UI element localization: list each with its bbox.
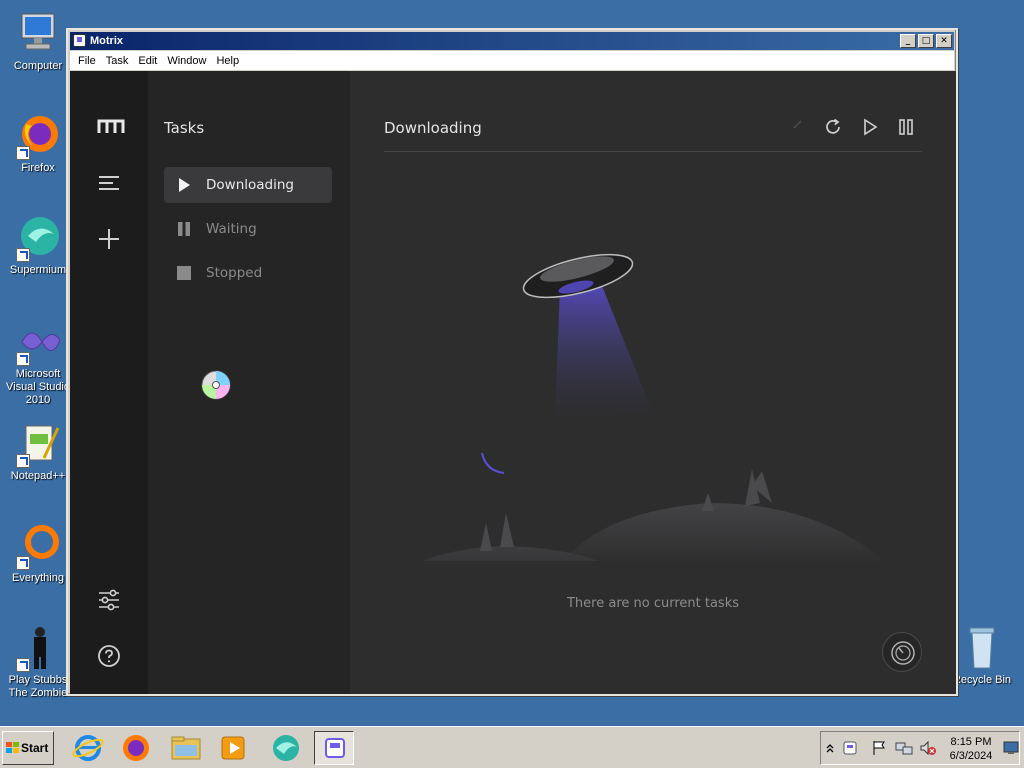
visual-studio-icon [14,318,62,366]
desktop-icon-label: Recycle Bin [952,674,1012,686]
volume-muted-icon[interactable] [919,740,937,756]
windows-flag-icon [6,742,19,753]
add-task-icon[interactable] [97,227,121,251]
recycle-bin-icon [958,624,1006,672]
motrix-app-icon [73,34,86,47]
nav-item-label: Stopped [206,265,263,281]
menu-edit[interactable]: Edit [134,55,163,67]
shortcut-arrow-icon [16,454,30,468]
desktop-icon-everything[interactable]: Everything [0,522,76,585]
media-player-icon [221,736,245,760]
window-title: Motrix [90,35,123,47]
empty-state-text: There are no current tasks [566,596,739,611]
nav-item-label: Downloading [206,177,294,193]
action-center-flag-icon[interactable] [871,740,887,756]
nav-item-stopped[interactable]: Stopped [164,255,332,291]
motrix-window: Motrix _ □ ✕ File Task Edit Window Help [66,28,958,696]
taskbar-media-player[interactable] [214,731,254,765]
desktop-icon-visual-studio[interactable]: Microsoft Visual Studio 2010 [0,318,76,407]
desktop-icon-label: Computer [13,60,63,72]
desktop-icon-label: Notepad++ [10,470,66,482]
notepadpp-icon [14,420,62,468]
desktop-icon-stubbs[interactable]: Play Stubbs The Zombie [0,624,76,700]
taskbar-firefox[interactable] [116,731,156,765]
close-button[interactable]: ✕ [936,34,952,48]
desktop-icon-label: Supermium [9,264,67,276]
maximize-button[interactable]: □ [918,34,934,48]
taskbar-supermium[interactable] [266,731,306,765]
show-hidden-icons-icon[interactable] [825,741,835,755]
taskbar-motrix[interactable] [314,731,354,765]
refresh-icon[interactable] [823,117,843,137]
resume-all-icon[interactable] [860,117,880,137]
firefox-icon [14,112,62,160]
shortcut-arrow-icon [16,352,30,366]
nav-item-waiting[interactable]: Waiting [164,211,332,247]
desktop-icon-label: Microsoft Visual Studio 2010 [5,368,70,406]
speed-limit-button[interactable] [882,632,922,672]
stubbs-the-zombie-icon [14,624,62,672]
motrix-logo-icon[interactable] [97,115,125,139]
pause-icon [176,221,192,237]
menu-icon[interactable] [97,171,121,195]
nav-item-label: Waiting [206,221,257,237]
menu-window[interactable]: Window [163,55,212,67]
shortcut-arrow-icon [16,556,30,570]
main-panel: Downloading There are no current tasks [350,71,956,694]
supermium-icon [14,214,62,262]
taskbar-internet-explorer[interactable] [68,731,108,765]
desktop-icon-label: Firefox [21,162,55,174]
menu-file[interactable]: File [74,55,102,67]
desktop-icon-label: Everything [12,572,64,584]
clock-time: 8:15 PM [950,736,992,748]
nav-item-downloading[interactable]: Downloading [164,167,332,203]
folder-icon [171,736,201,760]
motrix-tray-icon[interactable] [843,740,857,756]
internet-explorer-icon [72,735,104,761]
show-desktop-icon[interactable] [1003,740,1019,756]
motrix-app-icon [325,738,345,758]
speedometer-icon [891,641,915,665]
play-icon [176,177,192,193]
desktop-icon-notepadpp[interactable]: Notepad++ [0,420,76,483]
clock-date: 6/3/2024 [949,750,993,762]
shortcut-arrow-icon [16,248,30,262]
motrix-app: Tasks Downloading Waiting Stopped Downlo… [70,71,956,694]
minimize-button[interactable]: _ [900,34,916,48]
system-tray: 8:15 PM 6/3/2024 [820,731,1020,765]
stop-icon [176,265,192,281]
taskbar-file-explorer[interactable] [166,731,206,765]
delete-icon[interactable] [788,117,808,137]
shortcut-arrow-icon [16,658,30,672]
clock[interactable]: 8:15 PM 6/3/2024 [939,735,1003,763]
menu-help[interactable]: Help [212,55,245,67]
menu-task[interactable]: Task [102,55,135,67]
start-label: Start [21,741,49,755]
start-button[interactable]: Start [2,731,54,765]
network-icon[interactable] [895,740,913,756]
desktop-icon-supermium[interactable]: Supermium [0,214,76,277]
desktop-icon-firefox[interactable]: Firefox [0,112,76,175]
desktop-icon-label: Play Stubbs The Zombie [8,674,68,699]
empty-state-illustration [390,221,930,586]
busy-cursor-icon [200,369,232,401]
desktop-icon-computer[interactable]: Computer [0,10,76,73]
computer-icon [14,10,62,58]
sidebar-title: Tasks [164,119,205,137]
tasks-sidebar: Tasks Downloading Waiting Stopped [148,71,350,694]
supermium-icon [273,735,299,761]
page-title: Downloading [384,119,482,137]
menubar: File Task Edit Window Help [70,51,954,70]
pause-all-icon[interactable] [896,117,916,137]
shortcut-arrow-icon [16,146,30,160]
header-divider [384,151,922,152]
preferences-icon[interactable] [97,588,121,612]
firefox-icon [123,735,149,761]
window-titlebar[interactable]: Motrix _ □ ✕ [70,32,954,50]
taskbar: Start 8:15 PM 6/3/2024 [0,726,1024,768]
everything-icon [14,522,62,570]
left-rail [70,71,148,694]
help-icon[interactable] [97,644,121,668]
